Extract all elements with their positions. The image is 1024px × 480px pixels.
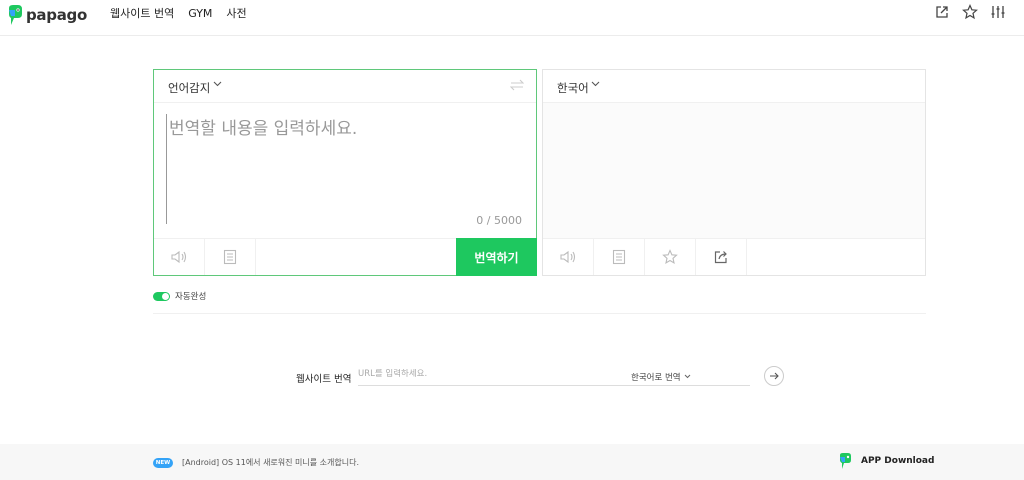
- source-language-select[interactable]: 언어감지: [168, 80, 210, 96]
- papago-logo[interactable]: papago: [6, 3, 96, 31]
- nav-website-translate[interactable]: 웹사이트 번역: [110, 7, 174, 21]
- settings-sliders-icon[interactable]: [990, 4, 1006, 20]
- website-target-language[interactable]: 한국어로 번역: [631, 371, 681, 383]
- star-icon: [662, 249, 678, 265]
- footer-bar: NEW [Android] OS 11에서 새로워진 미니를 소개합니다. AP…: [0, 444, 1024, 480]
- speaker-icon: [170, 249, 188, 265]
- open-window-icon[interactable]: [934, 4, 950, 20]
- autocomplete-label: 자동완성: [175, 292, 207, 302]
- star-icon[interactable]: [962, 4, 978, 20]
- favorite-button[interactable]: [645, 239, 696, 275]
- header-actions: [934, 4, 1006, 20]
- source-text-input[interactable]: [166, 114, 524, 224]
- app-download-label: APP Download: [861, 456, 935, 466]
- target-toolbar: [543, 238, 925, 275]
- chevron-down-icon[interactable]: [591, 81, 600, 87]
- nav-gym[interactable]: GYM: [188, 7, 212, 21]
- source-notes-button[interactable]: [205, 239, 256, 275]
- website-go-button[interactable]: [764, 366, 784, 386]
- source-pane: 언어감지 0 / 5000 번역하기: [153, 69, 537, 276]
- papago-bird-icon: [6, 4, 24, 26]
- app-download-link[interactable]: APP Download: [838, 452, 934, 470]
- top-header: papago 웹사이트 번역 GYM 사전: [0, 0, 1024, 36]
- source-pane-header: 언어감지: [154, 70, 536, 103]
- url-input[interactable]: [358, 369, 668, 379]
- main-nav: 웹사이트 번역 GYM 사전: [110, 7, 247, 21]
- chevron-down-icon[interactable]: [213, 81, 222, 87]
- character-counter: 0 / 5000: [476, 214, 522, 227]
- url-field-wrapper: [358, 366, 750, 386]
- share-button[interactable]: [696, 239, 747, 275]
- logo-text: papago: [26, 6, 87, 24]
- new-badge: NEW: [153, 458, 173, 468]
- section-divider: [153, 313, 926, 314]
- document-icon: [612, 249, 626, 265]
- translation-output: [543, 103, 925, 239]
- autocomplete-control: 자동완성: [153, 290, 206, 302]
- translate-button[interactable]: 번역하기: [456, 238, 537, 276]
- autocomplete-toggle[interactable]: [153, 291, 170, 301]
- target-notes-button[interactable]: [594, 239, 645, 275]
- chevron-down-icon[interactable]: [684, 374, 691, 379]
- target-pane-header: 한국어: [543, 70, 925, 103]
- nav-dictionary[interactable]: 사전: [226, 7, 246, 21]
- footer-notice[interactable]: [Android] OS 11에서 새로워진 미니를 소개합니다.: [182, 457, 359, 468]
- target-listen-button[interactable]: [543, 239, 594, 275]
- document-icon: [223, 249, 237, 265]
- swap-languages-icon[interactable]: [510, 79, 524, 91]
- source-listen-button[interactable]: [154, 239, 205, 275]
- target-language-select[interactable]: 한국어: [557, 80, 589, 96]
- target-pane: 한국어: [542, 69, 926, 276]
- papago-app-icon: [838, 452, 852, 470]
- arrow-right-icon: [769, 372, 779, 380]
- speaker-icon: [559, 249, 577, 265]
- share-icon: [713, 249, 729, 265]
- website-translate-form: 웹사이트 번역 한국어로 번역: [296, 366, 786, 388]
- website-translate-label: 웹사이트 번역: [296, 374, 352, 385]
